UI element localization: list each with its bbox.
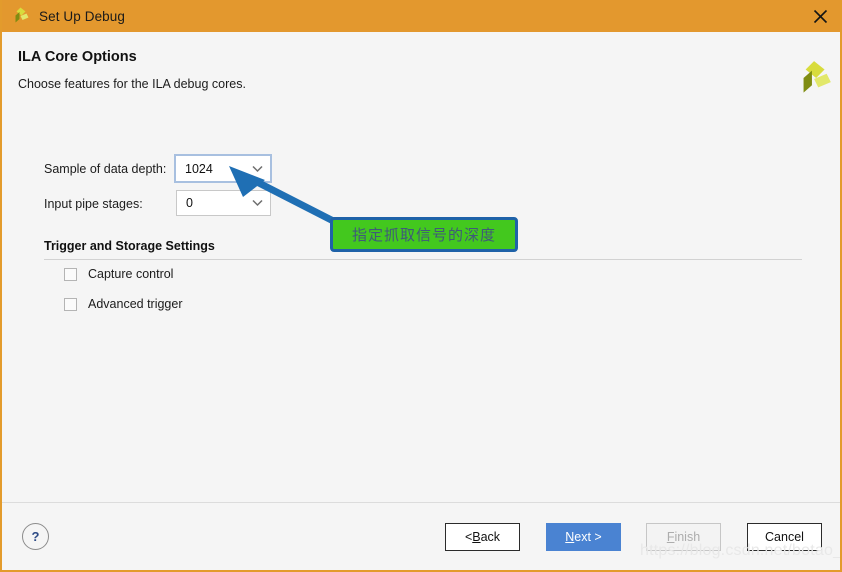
xilinx-logo-icon	[792, 58, 834, 100]
back-button-prefix: <	[464, 530, 473, 544]
set-up-debug-dialog: Set Up Debug ILA Core Options Choose fea…	[0, 0, 842, 572]
sample-depth-combobox[interactable]: 1024	[174, 154, 272, 183]
advanced-trigger-checkbox[interactable]	[64, 297, 77, 311]
dialog-header: ILA Core Options Choose features for the…	[2, 32, 840, 100]
section-title: Trigger and Storage Settings	[44, 239, 223, 253]
footer-divider	[2, 502, 840, 503]
title-bar: Set Up Debug	[2, 0, 840, 32]
next-button[interactable]: Next >	[546, 523, 621, 551]
advanced-trigger-label: Advanced trigger	[88, 297, 183, 311]
page-title: ILA Core Options	[18, 49, 137, 65]
annotation-text: 指定抓取信号的深度	[351, 227, 496, 244]
window-title: Set Up Debug	[39, 8, 126, 24]
field-row-pipe-stages: Input pipe stages:	[44, 197, 143, 211]
watermark: https://blog.csdn.net/botao_li	[640, 542, 842, 559]
sample-depth-label: Sample of data depth:	[44, 162, 167, 176]
close-icon[interactable]	[798, 0, 840, 32]
sample-depth-value: 1024	[185, 161, 213, 176]
checkbox-row-capture-control[interactable]: Capture control	[64, 267, 173, 281]
section-divider	[44, 259, 802, 260]
back-button[interactable]: < Back	[445, 523, 520, 551]
next-button-accel: N	[565, 530, 575, 544]
xilinx-logo-icon	[10, 6, 30, 26]
field-row-sample-depth: Sample of data depth:	[44, 162, 166, 176]
pipe-stages-label: Input pipe stages:	[44, 197, 143, 211]
capture-control-label: Capture control	[88, 267, 174, 281]
checkbox-row-advanced-trigger[interactable]: Advanced trigger	[64, 297, 183, 311]
options-form: Sample of data depth: 1024 Input pipe st…	[2, 100, 840, 500]
help-button[interactable]: ?	[22, 523, 49, 550]
pipe-stages-combobox[interactable]: 0	[176, 190, 271, 216]
capture-control-checkbox[interactable]	[64, 267, 77, 281]
chevron-down-icon[interactable]	[250, 162, 264, 176]
page-subtitle: Choose features for the ILA debug cores.	[18, 77, 246, 91]
chevron-down-icon[interactable]	[250, 196, 264, 210]
back-button-suffix: ack	[480, 530, 501, 544]
annotation-callout: 指定抓取信号的深度	[330, 217, 518, 252]
pipe-stages-value: 0	[186, 196, 193, 210]
next-button-suffix: ext >	[574, 530, 602, 544]
back-button-accel: B	[472, 530, 481, 544]
